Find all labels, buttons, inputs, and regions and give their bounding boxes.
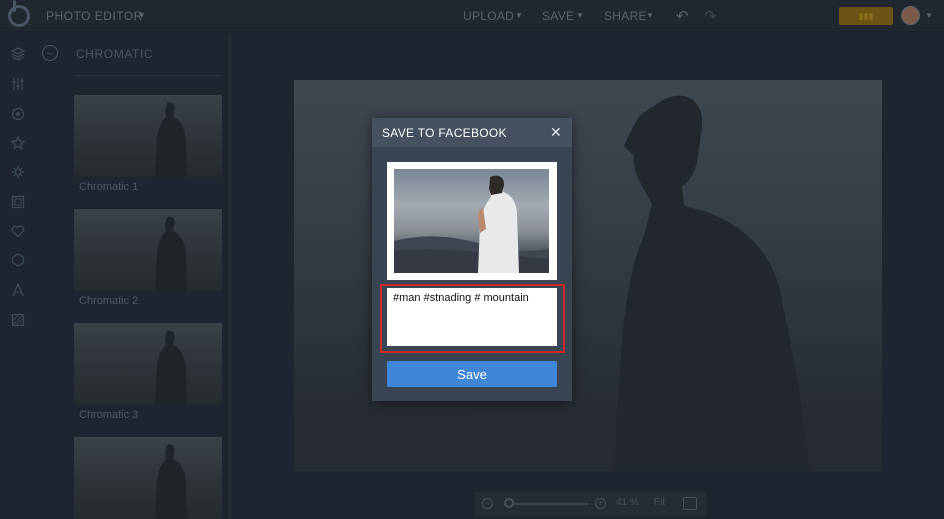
upgrade-button[interactable]: ▮▮▮ xyxy=(839,7,893,25)
fullscreen-icon[interactable] xyxy=(683,497,697,510)
zoom-out-icon[interactable]: − xyxy=(482,498,493,509)
texture-icon[interactable] xyxy=(11,313,25,327)
app-logo-icon[interactable] xyxy=(8,0,30,27)
save-button[interactable]: Save xyxy=(387,361,557,387)
tool-rail xyxy=(0,33,36,519)
share-menu[interactable]: SHARE xyxy=(604,9,647,23)
chevron-down-icon: ▼ xyxy=(515,11,523,20)
filter-label-3: Chromatic 3 xyxy=(79,409,139,421)
redo-icon[interactable]: ↷ xyxy=(704,7,717,25)
chevron-down-icon: ▼ xyxy=(576,11,584,20)
filter-label-1: Chromatic 1 xyxy=(79,181,139,193)
caption-input[interactable] xyxy=(387,288,557,346)
man-silhouette xyxy=(614,95,809,471)
dialog-title: SAVE TO FACEBOOK xyxy=(382,126,507,140)
filter-label-2: Chromatic 2 xyxy=(79,295,139,307)
photo-preview-frame xyxy=(387,162,557,280)
shape-icon[interactable] xyxy=(11,253,25,267)
text-icon[interactable] xyxy=(11,282,25,297)
filter-thumbnail-4[interactable] xyxy=(74,437,222,519)
photo-preview xyxy=(394,169,549,273)
filter-thumbnail-1[interactable] xyxy=(74,95,222,177)
gear-icon[interactable] xyxy=(11,165,25,179)
frame-icon[interactable] xyxy=(11,195,25,209)
back-arrow-icon[interactable]: ← xyxy=(42,45,58,61)
filter-thumbnail-3[interactable] xyxy=(74,323,222,405)
filter-panel: ← CHROMATIC Chromatic 1 Chromatic 2 Chro… xyxy=(36,33,232,519)
adjust-icon[interactable] xyxy=(11,77,25,91)
app-title-menu[interactable]: PHOTO EDITOR xyxy=(46,9,143,23)
layers-icon[interactable] xyxy=(10,47,26,61)
divider xyxy=(74,75,220,76)
eye-icon[interactable] xyxy=(11,107,25,121)
zoom-slider-track[interactable] xyxy=(508,503,588,505)
top-bar: PHOTO EDITOR ▼ UPLOAD ▼ SAVE ▼ SHARE ▼ ↶… xyxy=(0,0,944,32)
avatar[interactable] xyxy=(901,6,920,25)
save-menu[interactable]: SAVE xyxy=(542,9,574,23)
dialog-header: SAVE TO FACEBOOK ✕ xyxy=(372,118,572,147)
save-to-facebook-dialog: SAVE TO FACEBOOK ✕ Save xyxy=(372,118,572,401)
filter-thumbnail-2[interactable] xyxy=(74,209,222,291)
close-icon[interactable]: ✕ xyxy=(550,124,562,141)
zoom-fit-button[interactable]: Fit xyxy=(654,497,665,508)
zoom-value: 41 % xyxy=(616,497,639,508)
chevron-down-icon: ▼ xyxy=(925,11,933,20)
heart-icon[interactable] xyxy=(11,224,25,238)
chevron-down-icon: ▼ xyxy=(646,11,654,20)
zoom-slider-handle[interactable] xyxy=(504,498,514,508)
zoom-in-icon[interactable]: + xyxy=(595,498,606,509)
undo-icon[interactable]: ↶ xyxy=(676,7,689,25)
panel-title: CHROMATIC xyxy=(76,47,154,61)
zoom-bar: − + 41 % Fit xyxy=(475,492,707,516)
upload-menu[interactable]: UPLOAD xyxy=(463,9,514,23)
chevron-down-icon: ▼ xyxy=(137,10,146,20)
star-icon[interactable] xyxy=(10,135,26,150)
